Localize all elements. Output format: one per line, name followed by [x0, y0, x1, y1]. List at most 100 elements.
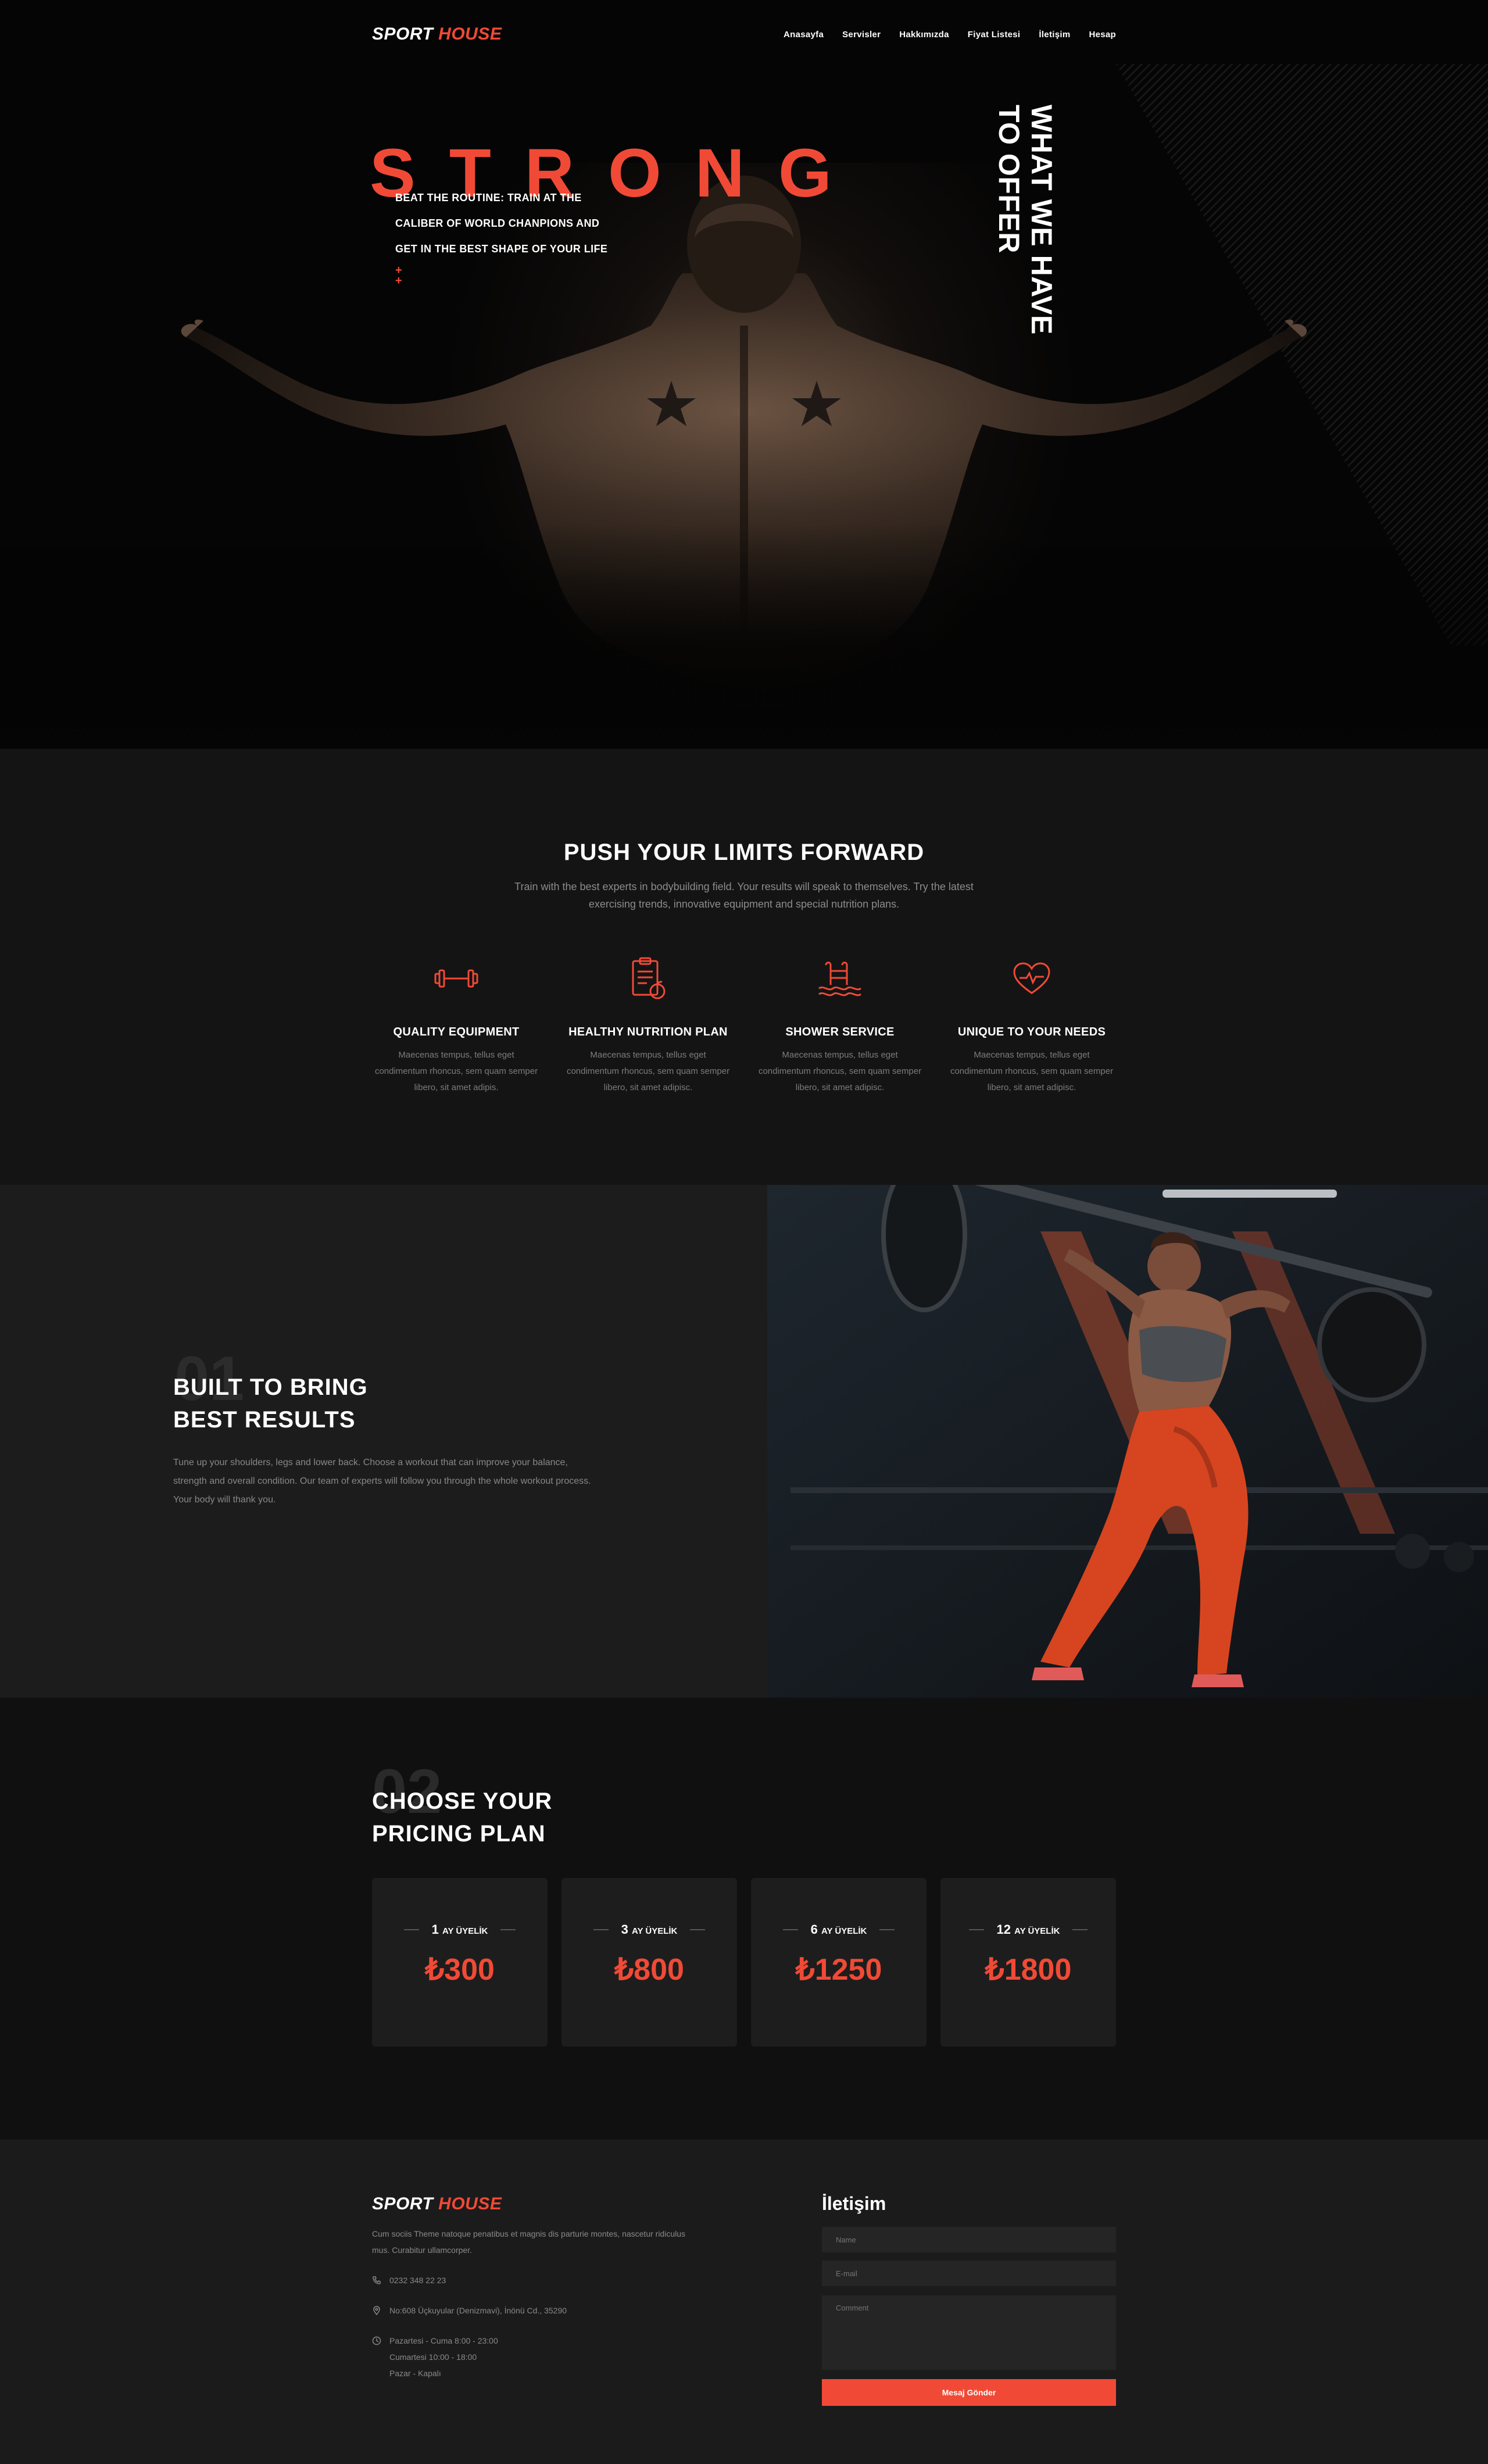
- feature-title: UNIQUE TO YOUR NEEDS: [957, 1026, 1106, 1038]
- features-title: PUSH YOUR LIMITS FORWARD: [563, 840, 925, 865]
- plan-price: ₺1800: [985, 1953, 1072, 1987]
- plan-duration: 6 AY ÜYELİK: [811, 1922, 867, 1937]
- plan-months: 3: [621, 1922, 628, 1937]
- hours-line: Pazar - Kapalı: [389, 2369, 441, 2378]
- plan-months: 1: [431, 1922, 439, 1937]
- feature-card: HEALTHY NUTRITION PLAN Maecenas tempus, …: [564, 952, 732, 1096]
- hero-section: SPORT HOUSE Anasayfa Servisler Hakkımızd…: [0, 0, 1488, 749]
- price-card[interactable]: 1 AY ÜYELİK ₺300: [372, 1878, 548, 2047]
- comment-textarea[interactable]: [822, 2295, 1116, 2370]
- pool-ladder-icon: [814, 952, 866, 1005]
- offer-heading-line: TO OFFER: [993, 105, 1025, 253]
- feature-card: QUALITY EQUIPMENT Maecenas tempus, tellu…: [372, 952, 541, 1096]
- plan-months: 12: [996, 1922, 1011, 1937]
- location-pin-icon: [373, 2306, 380, 2315]
- price-card[interactable]: 6 AY ÜYELİK ₺1250: [751, 1878, 927, 2047]
- brand-logo-part2: HOUSE: [438, 24, 502, 44]
- plan-price: ₺1250: [795, 1953, 882, 1987]
- plan-duration: 12 AY ÜYELİK: [997, 1922, 1060, 1937]
- divider: [879, 1929, 895, 1930]
- feature-text: Maecenas tempus, tellus eget condimentum…: [950, 1050, 1114, 1092]
- hero-subtitle: BEAT THE ROUTINE: TRAIN AT THE CALIBER O…: [395, 185, 639, 262]
- divider: [403, 1929, 419, 1930]
- plus-decoration: + +: [395, 265, 402, 287]
- divider: [968, 1929, 984, 1930]
- footer-phone: 0232 348 22 23: [372, 2272, 446, 2288]
- phone-text: 0232 348 22 23: [389, 2276, 446, 2285]
- hero-subtitle-line: BEAT THE ROUTINE: TRAIN AT THE: [395, 192, 582, 203]
- offer-vertical-heading: WHAT WE HAVE TO OFFER: [988, 105, 1058, 335]
- nav-item-anasayfa[interactable]: Anasayfa: [784, 30, 824, 40]
- divider: [782, 1929, 798, 1930]
- plan-unit: AY ÜYELİK: [1014, 1926, 1060, 1936]
- feature-title: HEALTHY NUTRITION PLAN: [568, 1026, 728, 1038]
- plus-icon: +: [395, 274, 402, 287]
- clock-icon: [372, 2336, 381, 2345]
- price-card[interactable]: 3 AY ÜYELİK ₺800: [561, 1878, 737, 2047]
- plan-price: ₺800: [614, 1953, 684, 1987]
- built-text: Tune up your shoulders, legs and lower b…: [173, 1458, 591, 1505]
- pricing-title-line: PRICING PLAN: [372, 1821, 546, 1847]
- price-grid: 1 AY ÜYELİK ₺300 3 AY ÜYELİK ₺800 6 AY Ü…: [372, 1878, 1116, 2047]
- price-card-header: 6 AY ÜYELİK: [751, 1922, 927, 1937]
- contact-title: İletişim: [822, 2193, 886, 2214]
- brand-logo[interactable]: SPORT HOUSE: [372, 24, 502, 44]
- built-text-panel: 01 BUILT TO BRING BEST RESULTS Tune up y…: [0, 1185, 767, 1698]
- hero-subtitle-line: GET IN THE BEST SHAPE OF YOUR LIFE: [395, 243, 608, 255]
- divider: [1072, 1929, 1088, 1930]
- hours-list: Pazartesi - Cuma 8:00 - 23:00 Cumartesi …: [389, 2333, 498, 2381]
- feature-card: SHOWER SERVICE Maecenas tempus, tellus e…: [756, 952, 924, 1096]
- feature-grid: QUALITY EQUIPMENT Maecenas tempus, tellu…: [372, 952, 1116, 1096]
- address-text: No:608 Üçkuyular (Denizmavi), İnönü Cd.,…: [389, 2306, 567, 2315]
- footer-hours: Pazartesi - Cuma 8:00 - 23:00 Cumartesi …: [372, 2333, 498, 2381]
- feature-title: QUALITY EQUIPMENT: [393, 1026, 520, 1038]
- divider: [593, 1929, 609, 1930]
- hours-line: Pazartesi - Cuma 8:00 - 23:00: [389, 2336, 498, 2345]
- name-input[interactable]: [822, 2227, 1116, 2252]
- plan-months: 6: [810, 1922, 818, 1937]
- feature-title: SHOWER SERVICE: [785, 1026, 895, 1038]
- footer-section: SPORT HOUSE Cum sociis Theme natoque pen…: [0, 2140, 1488, 2464]
- nav-item-fiyat-listesi[interactable]: Fiyat Listesi: [968, 30, 1021, 40]
- brand-logo-part1: SPORT: [372, 24, 434, 44]
- features-section: PUSH YOUR LIMITS FORWARD Train with the …: [0, 749, 1488, 1185]
- feature-text: Maecenas tempus, tellus eget condimentum…: [374, 1050, 538, 1092]
- nav-item-servisler[interactable]: Servisler: [842, 30, 881, 40]
- email-input[interactable]: [822, 2261, 1116, 2286]
- phone-icon: [373, 2276, 381, 2284]
- footer-brand-logo[interactable]: SPORT HOUSE: [372, 2194, 502, 2214]
- built-title-line: BUILT TO BRING: [173, 1374, 368, 1400]
- plan-duration: 3 AY ÜYELİK: [621, 1922, 678, 1937]
- price-card[interactable]: 12 AY ÜYELİK ₺1800: [940, 1878, 1116, 2047]
- brand-logo-part1: SPORT: [372, 2194, 434, 2213]
- offer-heading-line: WHAT WE HAVE: [1025, 105, 1058, 335]
- footer-description: Cum sociis Theme natoque penatibus et ma…: [372, 2229, 686, 2255]
- plan-unit: AY ÜYELİK: [442, 1926, 488, 1936]
- built-title: BUILT TO BRING BEST RESULTS: [173, 1371, 368, 1436]
- dumbbell-icon: [430, 952, 482, 1005]
- pricing-title-line: CHOOSE YOUR: [372, 1788, 553, 1814]
- feature-card: UNIQUE TO YOUR NEEDS Maecenas tempus, te…: [947, 952, 1116, 1096]
- feature-text: Maecenas tempus, tellus eget condimentum…: [758, 1050, 922, 1092]
- pricing-title: CHOOSE YOUR PRICING PLAN: [372, 1785, 552, 1850]
- price-card-header: 12 AY ÜYELİK: [940, 1922, 1116, 1937]
- price-card-header: 1 AY ÜYELİK: [372, 1922, 548, 1937]
- pricing-section: 02 CHOOSE YOUR PRICING PLAN 1 AY ÜYELİK …: [0, 1698, 1488, 2140]
- footer-address: No:608 Üçkuyular (Denizmavi), İnönü Cd.,…: [372, 2302, 567, 2319]
- hero-subtitle-line: CALIBER OF WORLD CHANPIONS AND: [395, 217, 600, 229]
- top-navbar: SPORT HOUSE Anasayfa Servisler Hakkımızd…: [372, 20, 1116, 49]
- heart-pulse-icon: [1006, 952, 1058, 1005]
- nav-item-hesap[interactable]: Hesap: [1089, 30, 1116, 40]
- plan-unit: AY ÜYELİK: [632, 1926, 678, 1936]
- plan-duration: 1 AY ÜYELİK: [432, 1922, 488, 1937]
- clipboard-apple-icon: [622, 952, 674, 1005]
- plan-price: ₺300: [425, 1953, 495, 1987]
- divider: [690, 1929, 706, 1930]
- nav-item-hakkimizda[interactable]: Hakkımızda: [899, 30, 949, 40]
- built-title-line: BEST RESULTS: [173, 1407, 356, 1433]
- send-message-button[interactable]: Mesaj Gönder: [822, 2379, 1116, 2406]
- nav-links: Anasayfa Servisler Hakkımızda Fiyat List…: [784, 30, 1116, 40]
- nav-item-iletisim[interactable]: İletişim: [1039, 30, 1070, 40]
- hours-line: Cumartesi 10:00 - 18:00: [389, 2352, 477, 2362]
- built-section: 01 BUILT TO BRING BEST RESULTS Tune up y…: [0, 1185, 1488, 1698]
